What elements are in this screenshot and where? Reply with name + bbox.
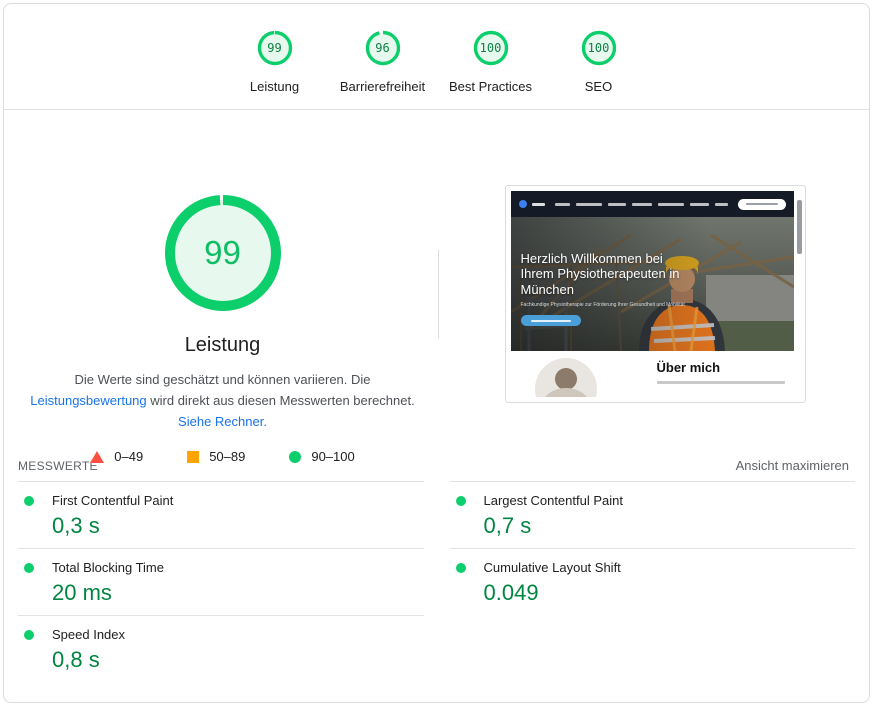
site-navbar xyxy=(511,191,794,217)
category-score: 99 xyxy=(256,29,294,67)
legend-average: 50–89 xyxy=(187,449,245,464)
score-legend: 0–49 50–89 90–100 xyxy=(90,449,354,464)
category-summary-bar: 99 Leistung 96 Barrierefreiheit 100 xyxy=(4,4,869,110)
site-about-heading: Über mich xyxy=(657,360,785,375)
pass-circle-icon xyxy=(289,451,301,463)
description-text: wird direkt aus diesen Messwerten berech… xyxy=(147,393,415,408)
site-hero: Herzlich Willkommen bei Ihrem Physiother… xyxy=(511,217,794,351)
category-barrierefreiheit[interactable]: 96 Barrierefreiheit xyxy=(329,29,437,94)
site-about-photo xyxy=(535,358,597,397)
metric-pass-dot-icon xyxy=(24,630,34,640)
metric-largest-contentful-paint: Largest Contentful Paint 0,7 s xyxy=(450,481,856,548)
metric-value: 0,7 s xyxy=(484,513,856,539)
legend-range: 0–49 xyxy=(114,449,143,464)
performance-score: 99 xyxy=(164,194,282,312)
category-score: 100 xyxy=(472,29,510,67)
site-menu xyxy=(550,203,733,206)
performance-score-gauge[interactable]: 99 xyxy=(164,194,282,312)
metric-cumulative-layout-shift: Cumulative Layout Shift 0.049 xyxy=(450,548,856,615)
fail-triangle-icon xyxy=(90,451,104,463)
category-best-practices[interactable]: 100 Best Practices xyxy=(437,29,545,94)
category-label: SEO xyxy=(585,79,612,94)
site-about-text-placeholder xyxy=(657,381,785,384)
legend-range: 90–100 xyxy=(311,449,354,464)
metric-pass-dot-icon xyxy=(456,563,466,573)
legend-fail: 0–49 xyxy=(90,449,143,464)
site-about-section: Über mich xyxy=(511,351,794,397)
thumbnail-scrollbar-thumb[interactable] xyxy=(797,200,802,254)
metric-value: 0,8 s xyxy=(52,647,424,673)
metric-name: Speed Index xyxy=(52,627,125,642)
site-hero-title: Herzlich Willkommen bei Ihrem Physiother… xyxy=(521,251,697,297)
category-seo[interactable]: 100 SEO xyxy=(545,29,653,94)
metric-value: 0,3 s xyxy=(52,513,424,539)
column-divider xyxy=(438,250,439,338)
report-card: 99 Leistung 96 Barrierefreiheit 100 xyxy=(3,3,870,703)
score-gauge-small: 100 xyxy=(472,29,510,67)
metric-name: First Contentful Paint xyxy=(52,493,173,508)
score-gauge-small: 99 xyxy=(256,29,294,67)
metric-name: Total Blocking Time xyxy=(52,560,164,575)
performance-description: Die Werte sind geschätzt und können vari… xyxy=(17,370,429,432)
expand-view-link[interactable]: Ansicht maximieren xyxy=(736,458,849,473)
legend-range: 50–89 xyxy=(209,449,245,464)
site-contact-button xyxy=(738,199,786,210)
metric-speed-index: Speed Index 0,8 s xyxy=(18,615,424,682)
category-label: Best Practices xyxy=(449,79,532,94)
description-text: Die Werte sind geschätzt und können vari… xyxy=(74,372,370,387)
average-square-icon xyxy=(187,451,199,463)
performance-gauge-column: 99 Leistung Die Werte sind geschätzt und… xyxy=(4,110,441,452)
metric-pass-dot-icon xyxy=(24,496,34,506)
score-gauge-small: 96 xyxy=(364,29,402,67)
metric-name: Cumulative Layout Shift xyxy=(484,560,621,575)
metric-value: 0.049 xyxy=(484,580,856,606)
category-score: 96 xyxy=(364,29,402,67)
category-leistung[interactable]: 99 Leistung xyxy=(221,29,329,94)
site-logo-text xyxy=(532,203,545,206)
siehe-rechner-link[interactable]: Siehe Rechner. xyxy=(178,414,267,429)
website-screenshot: Herzlich Willkommen bei Ihrem Physiother… xyxy=(511,191,794,397)
site-logo-icon xyxy=(519,200,527,208)
metric-empty-slot xyxy=(450,615,856,682)
site-hero-subtitle: Fachkundige Physiotherapie zur Förderung… xyxy=(521,302,697,309)
screenshot-column: Herzlich Willkommen bei Ihrem Physiother… xyxy=(441,110,869,452)
legend-pass: 90–100 xyxy=(289,449,354,464)
category-score: 100 xyxy=(580,29,618,67)
page-screenshot-thumbnail[interactable]: Herzlich Willkommen bei Ihrem Physiother… xyxy=(505,185,806,403)
metric-pass-dot-icon xyxy=(24,563,34,573)
metrics-title: MESSWERTE xyxy=(18,459,98,473)
category-label: Leistung xyxy=(250,79,299,94)
metric-pass-dot-icon xyxy=(456,496,466,506)
performance-title: Leistung xyxy=(185,334,261,357)
metric-value: 20 ms xyxy=(52,580,424,606)
site-hero-button xyxy=(521,315,581,326)
metric-name: Largest Contentful Paint xyxy=(484,493,623,508)
performance-section: 99 Leistung Die Werte sind geschätzt und… xyxy=(4,110,869,452)
category-label: Barrierefreiheit xyxy=(340,79,425,94)
leistungsbewertung-link[interactable]: Leistungsbewertung xyxy=(30,393,146,408)
site-hero-copy: Herzlich Willkommen bei Ihrem Physiother… xyxy=(521,251,697,326)
score-gauge-small: 100 xyxy=(580,29,618,67)
metric-total-blocking-time: Total Blocking Time 20 ms xyxy=(18,548,424,615)
metrics-grid: First Contentful Paint 0,3 s Largest Con… xyxy=(4,481,869,682)
metric-first-contentful-paint: First Contentful Paint 0,3 s xyxy=(18,481,424,548)
